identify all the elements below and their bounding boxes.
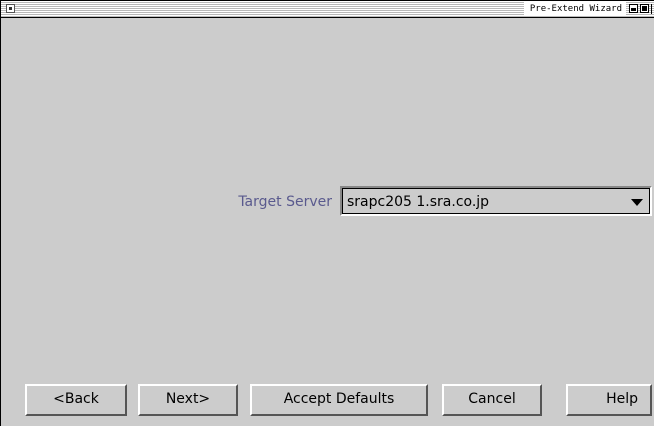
target-server-value: srapc205 1.sra.co.jp [347,194,490,210]
title-bar[interactable]: Pre-Extend Wizard [1,1,654,18]
wizard-window: Pre-Extend Wizard Target Server srapc205… [0,0,654,426]
minimize-icon[interactable] [629,4,638,13]
help-button[interactable]: Help [566,384,652,416]
target-server-label: Target Server [238,194,332,210]
close-box-icon[interactable] [6,4,15,13]
next-button[interactable]: Next> [138,384,238,416]
chevron-down-icon[interactable] [631,199,643,206]
accept-defaults-button[interactable]: Accept Defaults [250,384,428,416]
cancel-button[interactable]: Cancel [442,384,542,416]
target-server-dropdown[interactable]: srapc205 1.sra.co.jp [340,186,652,216]
target-server-dropdown-frame: srapc205 1.sra.co.jp [342,188,650,214]
back-button[interactable]: <Back [25,384,127,416]
window-title: Pre-Extend Wizard [523,2,626,16]
maximize-icon[interactable] [640,4,649,13]
